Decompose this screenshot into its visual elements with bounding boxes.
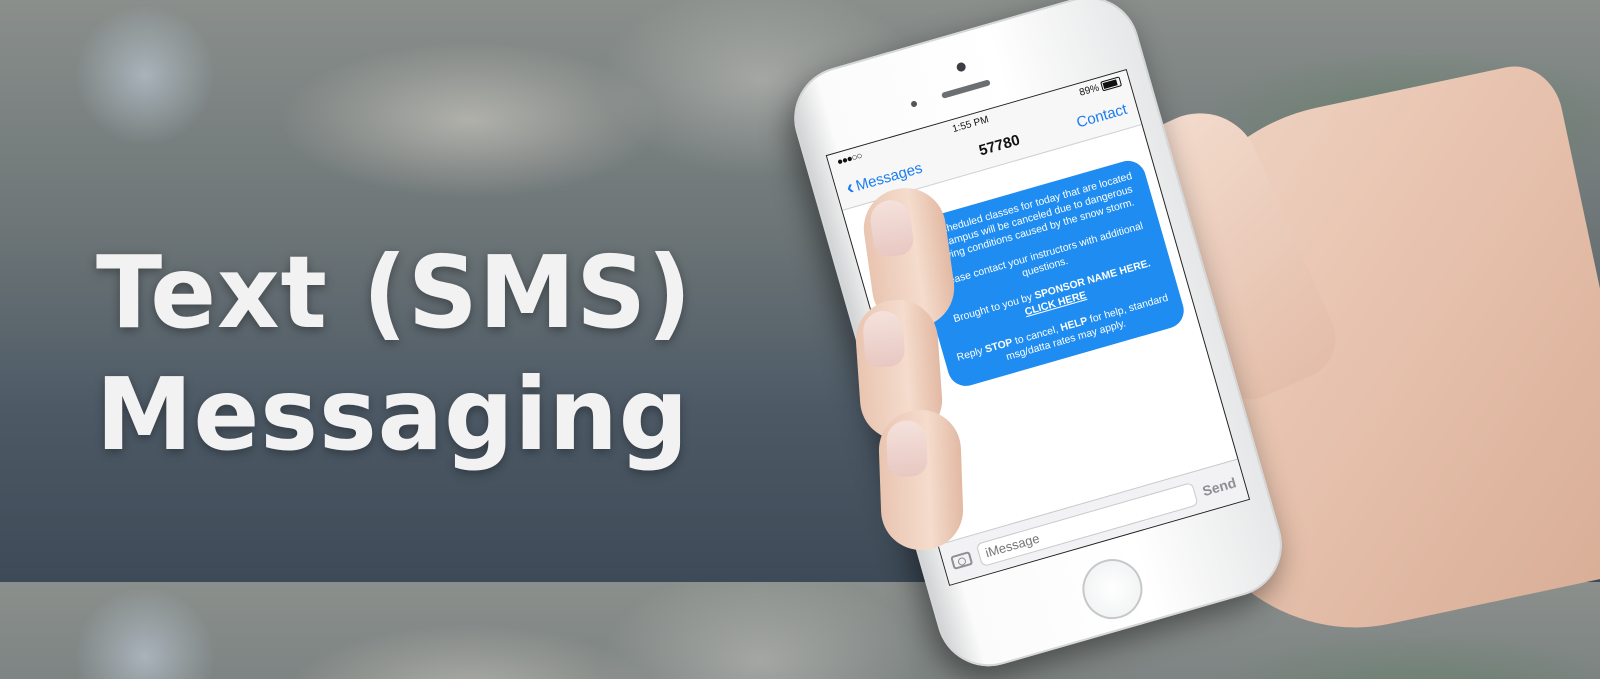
home-button[interactable] <box>1075 551 1150 627</box>
ring-finger <box>877 408 965 552</box>
page-title: Text (SMS) Messaging <box>96 232 692 476</box>
fingernail <box>885 419 928 478</box>
send-button[interactable]: Send <box>1200 474 1237 499</box>
contact-button[interactable]: Contact <box>1074 100 1128 131</box>
conversation-title: 57780 <box>976 131 1022 159</box>
fingernail <box>867 197 916 259</box>
battery-icon <box>1100 76 1123 92</box>
earpiece-speaker <box>941 79 991 99</box>
battery-percent: 89% <box>1078 82 1101 99</box>
front-camera-icon <box>955 61 967 73</box>
reply-prefix: Reply <box>955 345 988 364</box>
sensor-icon <box>910 100 918 108</box>
title-line-1: Text (SMS) <box>96 234 693 351</box>
title-line-2: Messaging <box>96 356 690 473</box>
camera-icon[interactable] <box>950 550 974 570</box>
fingernail <box>861 309 906 369</box>
